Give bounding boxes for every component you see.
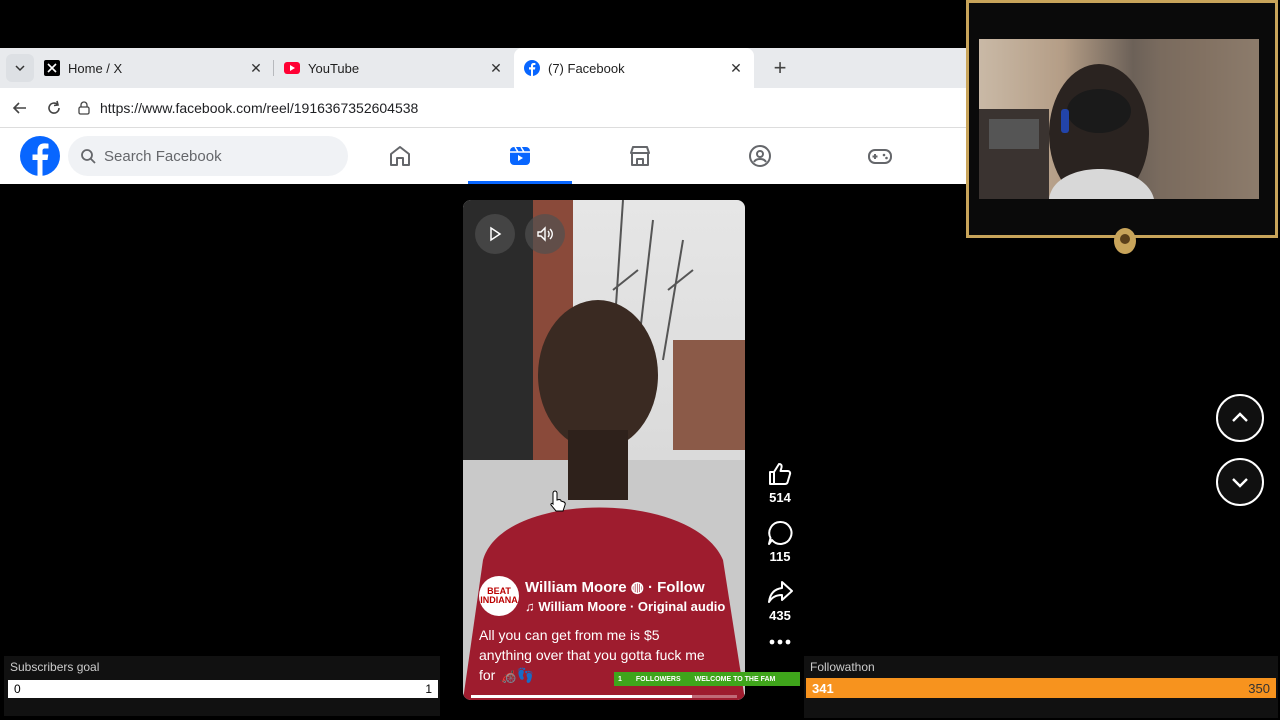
caption-line: All you can get from me is $5 — [479, 627, 660, 643]
groups-icon — [749, 145, 771, 167]
subs-goal-bar: 0 1 — [8, 680, 438, 698]
subs-goal-label: Subscribers goal — [10, 660, 100, 674]
search-placeholder: Search Facebook — [104, 147, 222, 165]
audio-label: William Moore · Original audio — [538, 599, 726, 614]
followathon-bar: 341 350 — [806, 678, 1276, 698]
site-info-icon[interactable] — [76, 100, 92, 116]
progress-fill — [471, 695, 692, 698]
share-icon — [768, 581, 793, 603]
ticker-message: WELCOME TO THE FAM — [694, 675, 776, 683]
like-count: 514 — [769, 490, 791, 505]
url-field[interactable]: https://www.facebook.com/reel/1916367352… — [76, 94, 970, 122]
gaming-icon — [868, 149, 892, 164]
tab-x[interactable]: Home / X ✕ — [34, 48, 274, 88]
tab-youtube[interactable]: YouTube ✕ — [274, 48, 514, 88]
comment-icon — [768, 520, 793, 545]
follow-button[interactable]: · Follow — [648, 579, 705, 596]
next-reel-button[interactable] — [1216, 458, 1264, 506]
nav-groups[interactable] — [700, 128, 820, 184]
facebook-logo-icon[interactable] — [20, 136, 60, 176]
followathon-label: Followathon — [810, 660, 875, 674]
nav-home[interactable] — [340, 128, 460, 184]
follower-ticker: 1 FOLLOWERS WELCOME TO THE FAM — [614, 672, 800, 686]
previous-reel-button[interactable] — [1216, 394, 1264, 442]
nav-gaming[interactable] — [820, 128, 940, 184]
reload-button[interactable] — [40, 94, 68, 122]
more-options-button[interactable] — [760, 637, 800, 647]
ticker-label: FOLLOWERS — [635, 675, 681, 683]
comment-count: 115 — [769, 549, 791, 564]
play-button[interactable] — [475, 214, 515, 254]
thumbs-up-icon — [769, 463, 792, 485]
marketplace-icon — [630, 146, 650, 166]
subscribers-goal-widget: Subscribers goal 0 1 — [4, 656, 440, 716]
share-count: 435 — [769, 608, 791, 623]
owner-line: William Moore ◍ · Follow — [525, 578, 725, 596]
avatar[interactable]: BEAT INDIANA — [479, 576, 519, 616]
followathon-widget: Followathon 341 350 — [804, 656, 1278, 718]
facebook-nav — [340, 128, 940, 184]
reload-icon — [48, 100, 60, 114]
youtube-logo-icon — [284, 62, 300, 74]
screen: Home / X ✕ YouTube ✕ (7) Facebook ✕ + ht… — [0, 0, 1280, 720]
streamer-image — [979, 39, 1259, 199]
tab-list-button[interactable] — [6, 54, 34, 82]
reels-icon — [510, 146, 530, 165]
avatar-text: BEAT INDIANA — [480, 586, 518, 605]
followathon-current: 341 — [812, 680, 834, 696]
webcam-feed — [979, 39, 1259, 199]
search-input[interactable]: Search Facebook — [68, 136, 348, 176]
tab-title: (7) Facebook — [548, 60, 625, 76]
facebook-logo-icon — [524, 60, 540, 76]
address-bar: https://www.facebook.com/reel/1916367352… — [0, 88, 970, 128]
ticker-count: 1 — [618, 675, 622, 683]
back-button[interactable] — [6, 94, 34, 122]
music-note-icon: ♫ — [525, 599, 535, 614]
nav-marketplace[interactable] — [580, 128, 700, 184]
webcam-overlay — [966, 0, 1278, 238]
x-logo-icon — [44, 60, 60, 76]
reel-owner: BEAT INDIANA William Moore ◍ · Follow ♫ … — [479, 576, 725, 616]
hand-cursor-icon — [550, 490, 566, 512]
comment-button[interactable]: 115 — [760, 519, 800, 564]
subs-goal: 1 — [425, 682, 432, 696]
search-icon — [81, 149, 96, 164]
reel-video[interactable]: BEAT INDIANA William Moore ◍ · Follow ♫ … — [463, 200, 745, 700]
chevron-down-icon — [1232, 478, 1248, 488]
close-tab-icon[interactable]: ✕ — [728, 60, 744, 76]
channel-badge-icon — [1114, 228, 1136, 254]
close-tab-icon[interactable]: ✕ — [488, 60, 504, 76]
mute-button[interactable] — [525, 214, 565, 254]
followathon-goal: 350 — [1248, 680, 1270, 696]
audio-line[interactable]: ♫ William Moore · Original audio — [525, 599, 725, 614]
browser-tab-bar: Home / X ✕ YouTube ✕ (7) Facebook ✕ + — [0, 48, 970, 88]
chevron-up-icon — [1232, 412, 1248, 422]
tab-title: Home / X — [68, 60, 123, 76]
close-tab-icon[interactable]: ✕ — [248, 60, 264, 76]
tab-title: YouTube — [308, 60, 360, 76]
globe-icon: ◍ — [630, 579, 644, 596]
more-icon — [769, 639, 791, 645]
volume-icon — [537, 226, 553, 242]
play-icon — [490, 226, 502, 242]
tab-facebook[interactable]: (7) Facebook ✕ — [514, 48, 754, 88]
share-button[interactable]: 435 — [760, 578, 800, 623]
chevron-down-icon — [15, 65, 25, 72]
home-icon — [390, 146, 410, 166]
owner-name[interactable]: William Moore — [525, 579, 627, 596]
like-button[interactable]: 514 — [760, 460, 800, 505]
owner-info: William Moore ◍ · Follow ♫ William Moore… — [525, 578, 725, 614]
arrow-left-icon — [12, 101, 26, 114]
url-text: https://www.facebook.com/reel/1916367352… — [100, 99, 419, 116]
new-tab-button[interactable]: + — [766, 54, 794, 82]
caption-line: anything over that you gotta fuck me — [479, 647, 705, 663]
reel-progress-bar[interactable] — [471, 695, 737, 698]
subs-current: 0 — [14, 682, 21, 696]
facebook-header: Search Facebook — [0, 128, 970, 184]
nav-reels[interactable] — [460, 128, 580, 184]
reel-actions: 514 115 435 — [760, 460, 800, 661]
